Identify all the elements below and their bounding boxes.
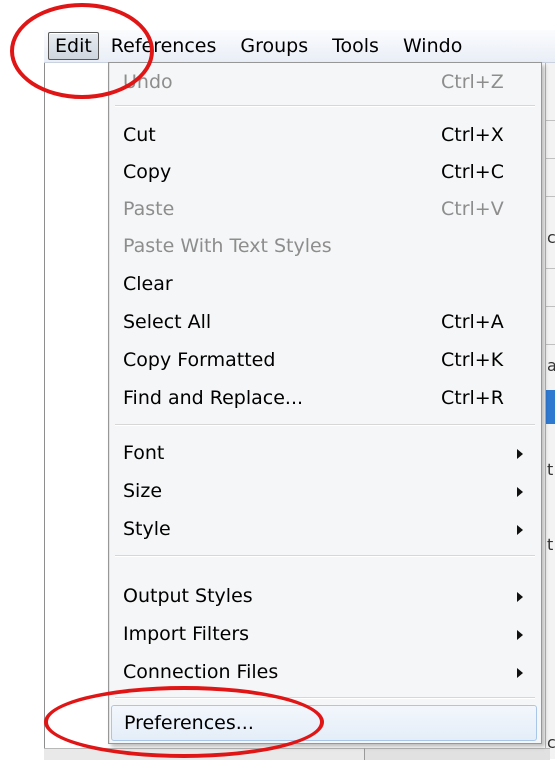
menu-item-copy-formatted[interactable]: Copy Formatted Ctrl+K (111, 343, 537, 379)
menu-item-preferences[interactable]: Preferences... (111, 705, 537, 741)
menu-item-label: Cut (123, 124, 156, 146)
menu-item-paste-with-text-styles[interactable]: Paste With Text Styles (111, 229, 537, 265)
menu-item-shortcut: Ctrl+X (441, 124, 504, 146)
menu-tools[interactable]: Tools (320, 33, 391, 59)
background-divider (546, 344, 555, 345)
background-text-fragment: t (547, 535, 554, 554)
menu-item-label: Paste With Text Styles (123, 235, 332, 257)
menu-item-cut[interactable]: Cut Ctrl+X (111, 118, 537, 154)
submenu-arrow-icon (517, 592, 523, 602)
menubar: Edit References Groups Tools Windo (44, 30, 555, 63)
background-status-area (44, 748, 364, 760)
menu-item-shortcut: Ctrl+A (441, 311, 504, 333)
background-text-fragment: t (547, 460, 554, 479)
menu-item-shortcut: Ctrl+K (441, 349, 504, 371)
menu-item-label: Output Styles (123, 585, 253, 607)
submenu-arrow-icon (517, 525, 523, 535)
menu-item-label: Import Filters (123, 623, 250, 645)
background-divider (546, 268, 555, 269)
background-text-fragment: a (547, 356, 555, 375)
menu-item-label: Select All (123, 311, 212, 333)
submenu-arrow-icon (517, 630, 523, 640)
menu-item-label: Paste (123, 198, 175, 220)
menu-item-label: Copy (123, 161, 172, 183)
menu-item-font[interactable]: Font (111, 436, 537, 472)
background-divider (546, 196, 555, 197)
background-text-fragment: c (547, 228, 555, 247)
menu-item-import-filters[interactable]: Import Filters (111, 617, 537, 653)
menu-item-shortcut: Ctrl+Z (441, 71, 504, 93)
menu-item-label: Undo (123, 71, 173, 93)
menu-item-undo[interactable]: Undo Ctrl+Z (111, 65, 537, 101)
menu-window[interactable]: Windo (391, 33, 474, 59)
background-status-area (364, 748, 550, 760)
menu-edit[interactable]: Edit (48, 32, 99, 60)
menu-item-style[interactable]: Style (111, 512, 537, 548)
menu-item-shortcut: Ctrl+V (441, 198, 504, 220)
menu-item-shortcut: Ctrl+R (441, 387, 504, 409)
submenu-arrow-icon (517, 487, 523, 497)
submenu-arrow-icon (517, 668, 523, 678)
menu-separator (115, 697, 535, 699)
menu-separator (115, 424, 535, 426)
menu-item-label: Find and Replace... (123, 387, 304, 409)
menu-item-label: Copy Formatted (123, 349, 276, 371)
menu-item-find-and-replace[interactable]: Find and Replace... Ctrl+R (111, 381, 537, 417)
menu-item-select-all[interactable]: Select All Ctrl+A (111, 305, 537, 341)
edit-menu-dropdown: Undo Ctrl+Z Cut Ctrl+X Copy Ctrl+C Paste… (108, 62, 542, 744)
menu-item-output-styles[interactable]: Output Styles (111, 579, 537, 615)
background-divider (546, 120, 555, 121)
menu-item-label: Connection Files (123, 661, 279, 683)
menu-separator (115, 105, 535, 107)
submenu-arrow-icon (517, 449, 523, 459)
menu-item-size[interactable]: Size (111, 474, 537, 510)
menu-item-clear[interactable]: Clear (111, 267, 537, 303)
menu-item-label: Font (123, 442, 165, 464)
background-selected-row (546, 390, 555, 424)
menu-references[interactable]: References (99, 33, 229, 59)
menu-item-copy[interactable]: Copy Ctrl+C (111, 155, 537, 191)
menu-item-label: Style (123, 518, 171, 540)
menu-item-label: Preferences... (124, 712, 254, 734)
menu-item-connection-files[interactable]: Connection Files (111, 655, 537, 691)
menu-gutter (109, 63, 110, 743)
menu-item-label: Clear (123, 273, 173, 295)
background-divider (546, 306, 555, 307)
menu-item-label: Size (123, 480, 163, 502)
menu-item-shortcut: Ctrl+C (441, 161, 504, 183)
menu-separator (115, 555, 535, 557)
background-divider (546, 158, 555, 159)
menu-groups[interactable]: Groups (228, 33, 320, 59)
menu-item-paste[interactable]: Paste Ctrl+V (111, 192, 537, 228)
